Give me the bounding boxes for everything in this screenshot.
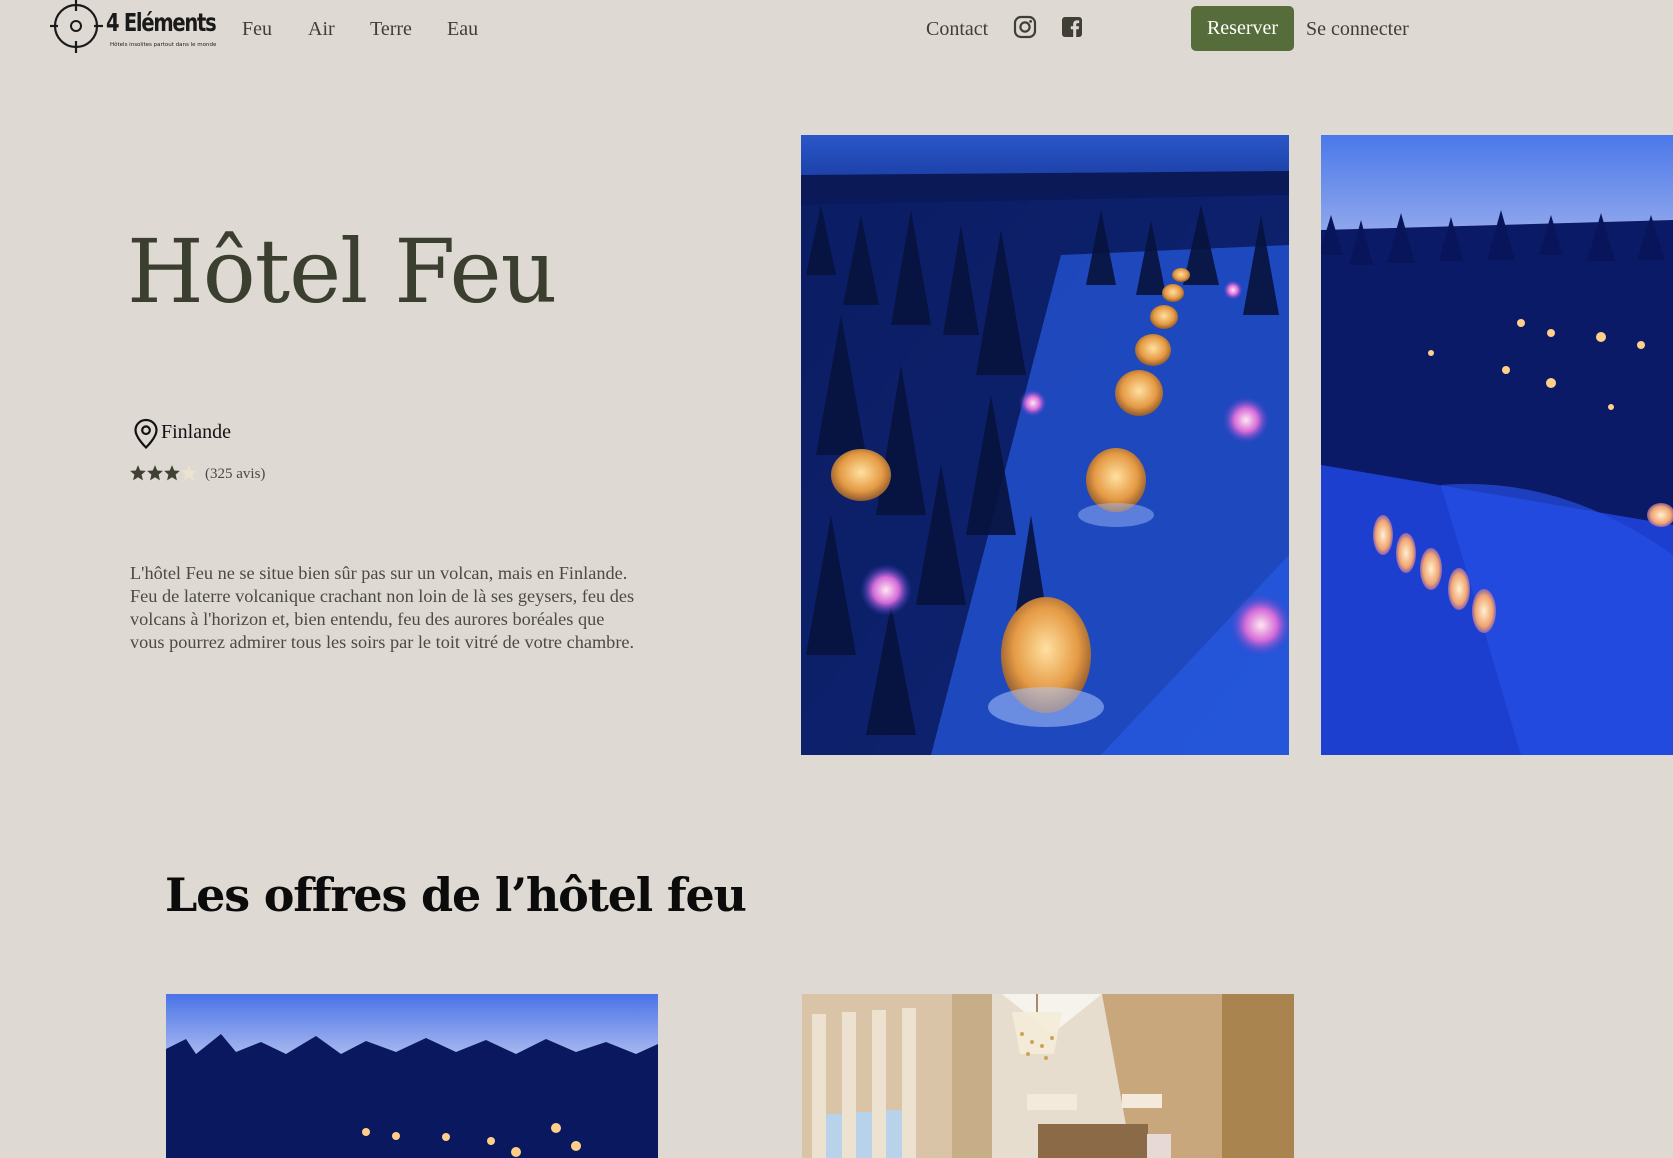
- star-filled-icon: [164, 465, 180, 481]
- offer-card-image-interior[interactable]: [802, 994, 1294, 1158]
- offers-title: Les offres de l’hôtel feu: [165, 868, 747, 922]
- facebook-icon[interactable]: [1060, 15, 1084, 39]
- instagram-icon[interactable]: [1013, 15, 1037, 39]
- star-filled-icon: [130, 465, 146, 481]
- map-pin-icon: [134, 418, 158, 450]
- nav-link-eau[interactable]: Eau: [447, 18, 478, 41]
- nav-link-air[interactable]: Air: [308, 18, 335, 41]
- top-nav: 4 Eléments Hôtels insolites partout dans…: [0, 0, 1673, 60]
- nav-link-terre[interactable]: Terre: [370, 18, 412, 41]
- star-filled-icon: [147, 465, 163, 481]
- review-count: (325 avis): [205, 466, 266, 482]
- reserve-button[interactable]: Reserver: [1191, 6, 1294, 51]
- location-label: Finlande: [161, 421, 231, 443]
- hotel-description: L'hôtel Feu ne se situe bien sûr pas sur…: [130, 563, 635, 652]
- login-link[interactable]: Se connecter: [1306, 18, 1409, 41]
- hotel-photo-igloos[interactable]: [801, 135, 1289, 755]
- logo-tagline: Hôtels insolites partout dans le monde: [110, 42, 217, 48]
- site-logo[interactable]: 4 Eléments Hôtels insolites partout dans…: [50, 0, 217, 54]
- logo-brand: 4 Eléments: [106, 8, 217, 37]
- star-empty-icon: [181, 465, 197, 481]
- nav-link-contact[interactable]: Contact: [926, 18, 988, 41]
- offer-card-image-igloos[interactable]: [166, 994, 658, 1158]
- nav-link-feu[interactable]: Feu: [242, 18, 272, 41]
- crosshair-logo-icon: [50, 0, 103, 53]
- hotel-title: Hôtel Feu: [127, 220, 557, 323]
- hotel-photo-night-forest[interactable]: [1321, 135, 1673, 755]
